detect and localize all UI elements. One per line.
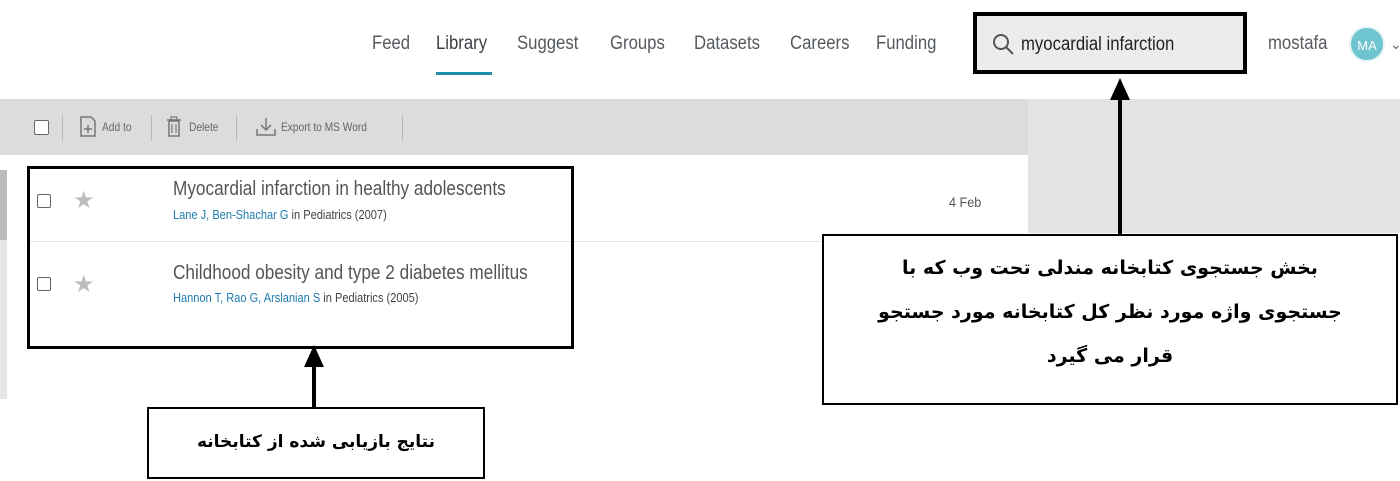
select-all-checkbox[interactable] <box>34 120 49 135</box>
search-icon[interactable] <box>991 32 1017 58</box>
add-to-icon[interactable] <box>78 115 98 139</box>
nav-suggest[interactable]: Suggest <box>517 33 578 55</box>
search-input[interactable]: myocardial infarction <box>1021 34 1174 56</box>
avatar[interactable]: MA <box>1349 26 1385 62</box>
export-button[interactable]: Export to MS Word <box>281 120 367 134</box>
nav-datasets[interactable]: Datasets <box>694 33 760 55</box>
scrollbar-thumb[interactable] <box>0 170 7 240</box>
search-annotation-callout: بخش جستجوی کتابخانه مندلی تحت وب که با ج… <box>822 234 1398 405</box>
document-date: 4 Feb <box>949 194 982 210</box>
callout-line: جستجوی واژه مورد نظر کل کتابخانه مورد جس… <box>878 301 1342 323</box>
callout-line: بخش جستجوی کتابخانه مندلی تحت وب که با <box>902 257 1318 279</box>
callout-line: قرار می گیرد <box>1046 345 1174 367</box>
nav-library[interactable]: Library <box>436 33 487 55</box>
results-annotation-callout: نتایج بازیابی شده از کتابخانه <box>147 407 485 479</box>
nav-funding[interactable]: Funding <box>876 33 936 55</box>
delete-button[interactable]: Delete <box>189 120 218 134</box>
scrollbar-track[interactable] <box>0 240 7 399</box>
user-name[interactable]: mostafa <box>1268 33 1327 55</box>
nav-careers[interactable]: Careers <box>790 33 849 55</box>
toolbar-divider <box>151 115 152 141</box>
nav-active-indicator <box>436 72 492 75</box>
arrow-up-icon <box>1110 78 1130 236</box>
trash-icon[interactable] <box>165 115 183 139</box>
nav-feed[interactable]: Feed <box>372 33 410 55</box>
arrow-up-icon <box>304 345 324 409</box>
results-highlight-box <box>27 166 574 349</box>
side-panel <box>1028 99 1400 233</box>
library-toolbar <box>0 99 1028 155</box>
export-icon[interactable] <box>255 115 277 139</box>
search-bar-highlight[interactable]: myocardial infarction <box>973 12 1247 74</box>
toolbar-divider <box>402 115 403 141</box>
nav-groups[interactable]: Groups <box>610 33 665 55</box>
chevron-down-icon[interactable]: ⌄ <box>1390 36 1400 53</box>
add-to-button[interactable]: Add to <box>102 120 131 134</box>
toolbar-divider <box>236 115 237 141</box>
toolbar-divider <box>62 115 63 141</box>
